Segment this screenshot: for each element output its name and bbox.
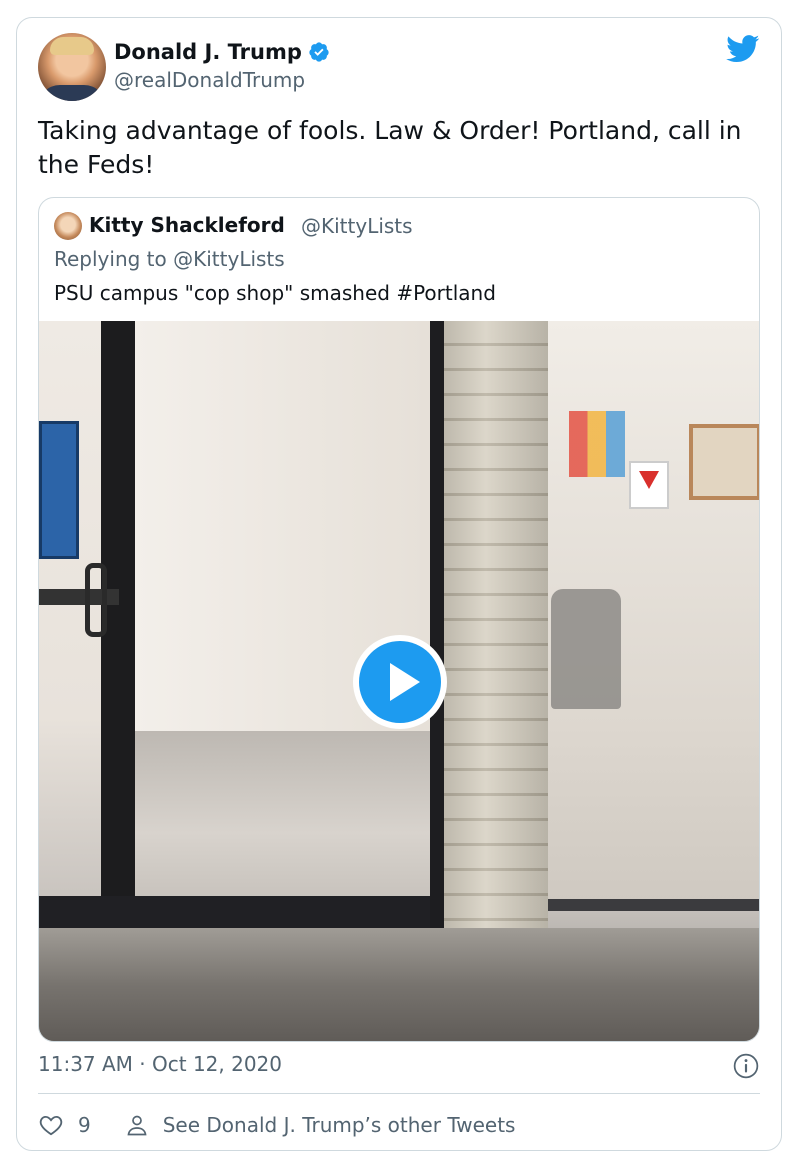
video-scene-floor [135,731,435,901]
tweet-card: Donald J. Trump @realDonaldTrump Taking … [16,17,782,1151]
replying-to-prefix: Replying to [54,247,167,271]
quoted-tweet[interactable]: Kitty Shackleford @KittyLists Replying t… [38,197,760,1042]
video-scene-door-bar [39,589,119,605]
video-scene-color-chart [569,411,625,477]
quoted-author-name[interactable]: Kitty Shackleford [89,213,285,237]
video-scene-window-sill [548,899,759,911]
info-icon[interactable] [733,1053,759,1079]
video-scene-door-bottom [39,896,444,928]
author-name[interactable]: Donald J. Trump [114,40,302,64]
see-other-tweets-link[interactable]: See Donald J. Trump’s other Tweets [163,1113,516,1137]
video-scene-debris-ground [39,928,759,1041]
quoted-author-handle[interactable]: @KittyLists [301,214,413,238]
footer-divider [38,1093,760,1094]
video-scene-chair [551,589,621,709]
video-thumbnail[interactable] [39,321,759,1041]
tweet-actions: 9 See Donald J. Trump’s other Tweets [38,1110,515,1140]
tweet-timestamp[interactable]: 11:37 AM · Oct 12, 2020 [38,1052,282,1076]
video-scene-window-frame [430,321,444,933]
avatar-suit [38,85,106,101]
replying-to-line: Replying to @KittyLists [54,247,285,271]
quoted-tweet-text: PSU campus "cop shop" smashed #Portland [54,281,496,305]
twitter-bird-icon[interactable] [726,35,760,63]
person-icon[interactable] [125,1113,149,1137]
video-scene-poster [689,424,759,500]
video-scene-red-arrow [639,471,659,489]
video-scene-blue-panel [39,421,79,559]
author-handle[interactable]: @realDonaldTrump [114,68,305,92]
video-scene-brick-pillar [444,321,548,981]
quoted-author-avatar[interactable] [54,212,82,240]
video-scene-door-handle [85,563,107,637]
play-icon [359,641,441,723]
play-button[interactable] [353,635,447,729]
like-count[interactable]: 9 [78,1113,91,1137]
replying-to-handle[interactable]: @KittyLists [173,247,285,271]
heart-icon[interactable] [38,1112,64,1138]
verified-badge-icon [309,42,329,62]
avatar-hair [50,37,94,55]
author-avatar[interactable] [38,33,106,101]
tweet-text: Taking advantage of fools. Law & Order! … [38,116,742,179]
author-name-row[interactable]: Donald J. Trump [114,40,330,64]
